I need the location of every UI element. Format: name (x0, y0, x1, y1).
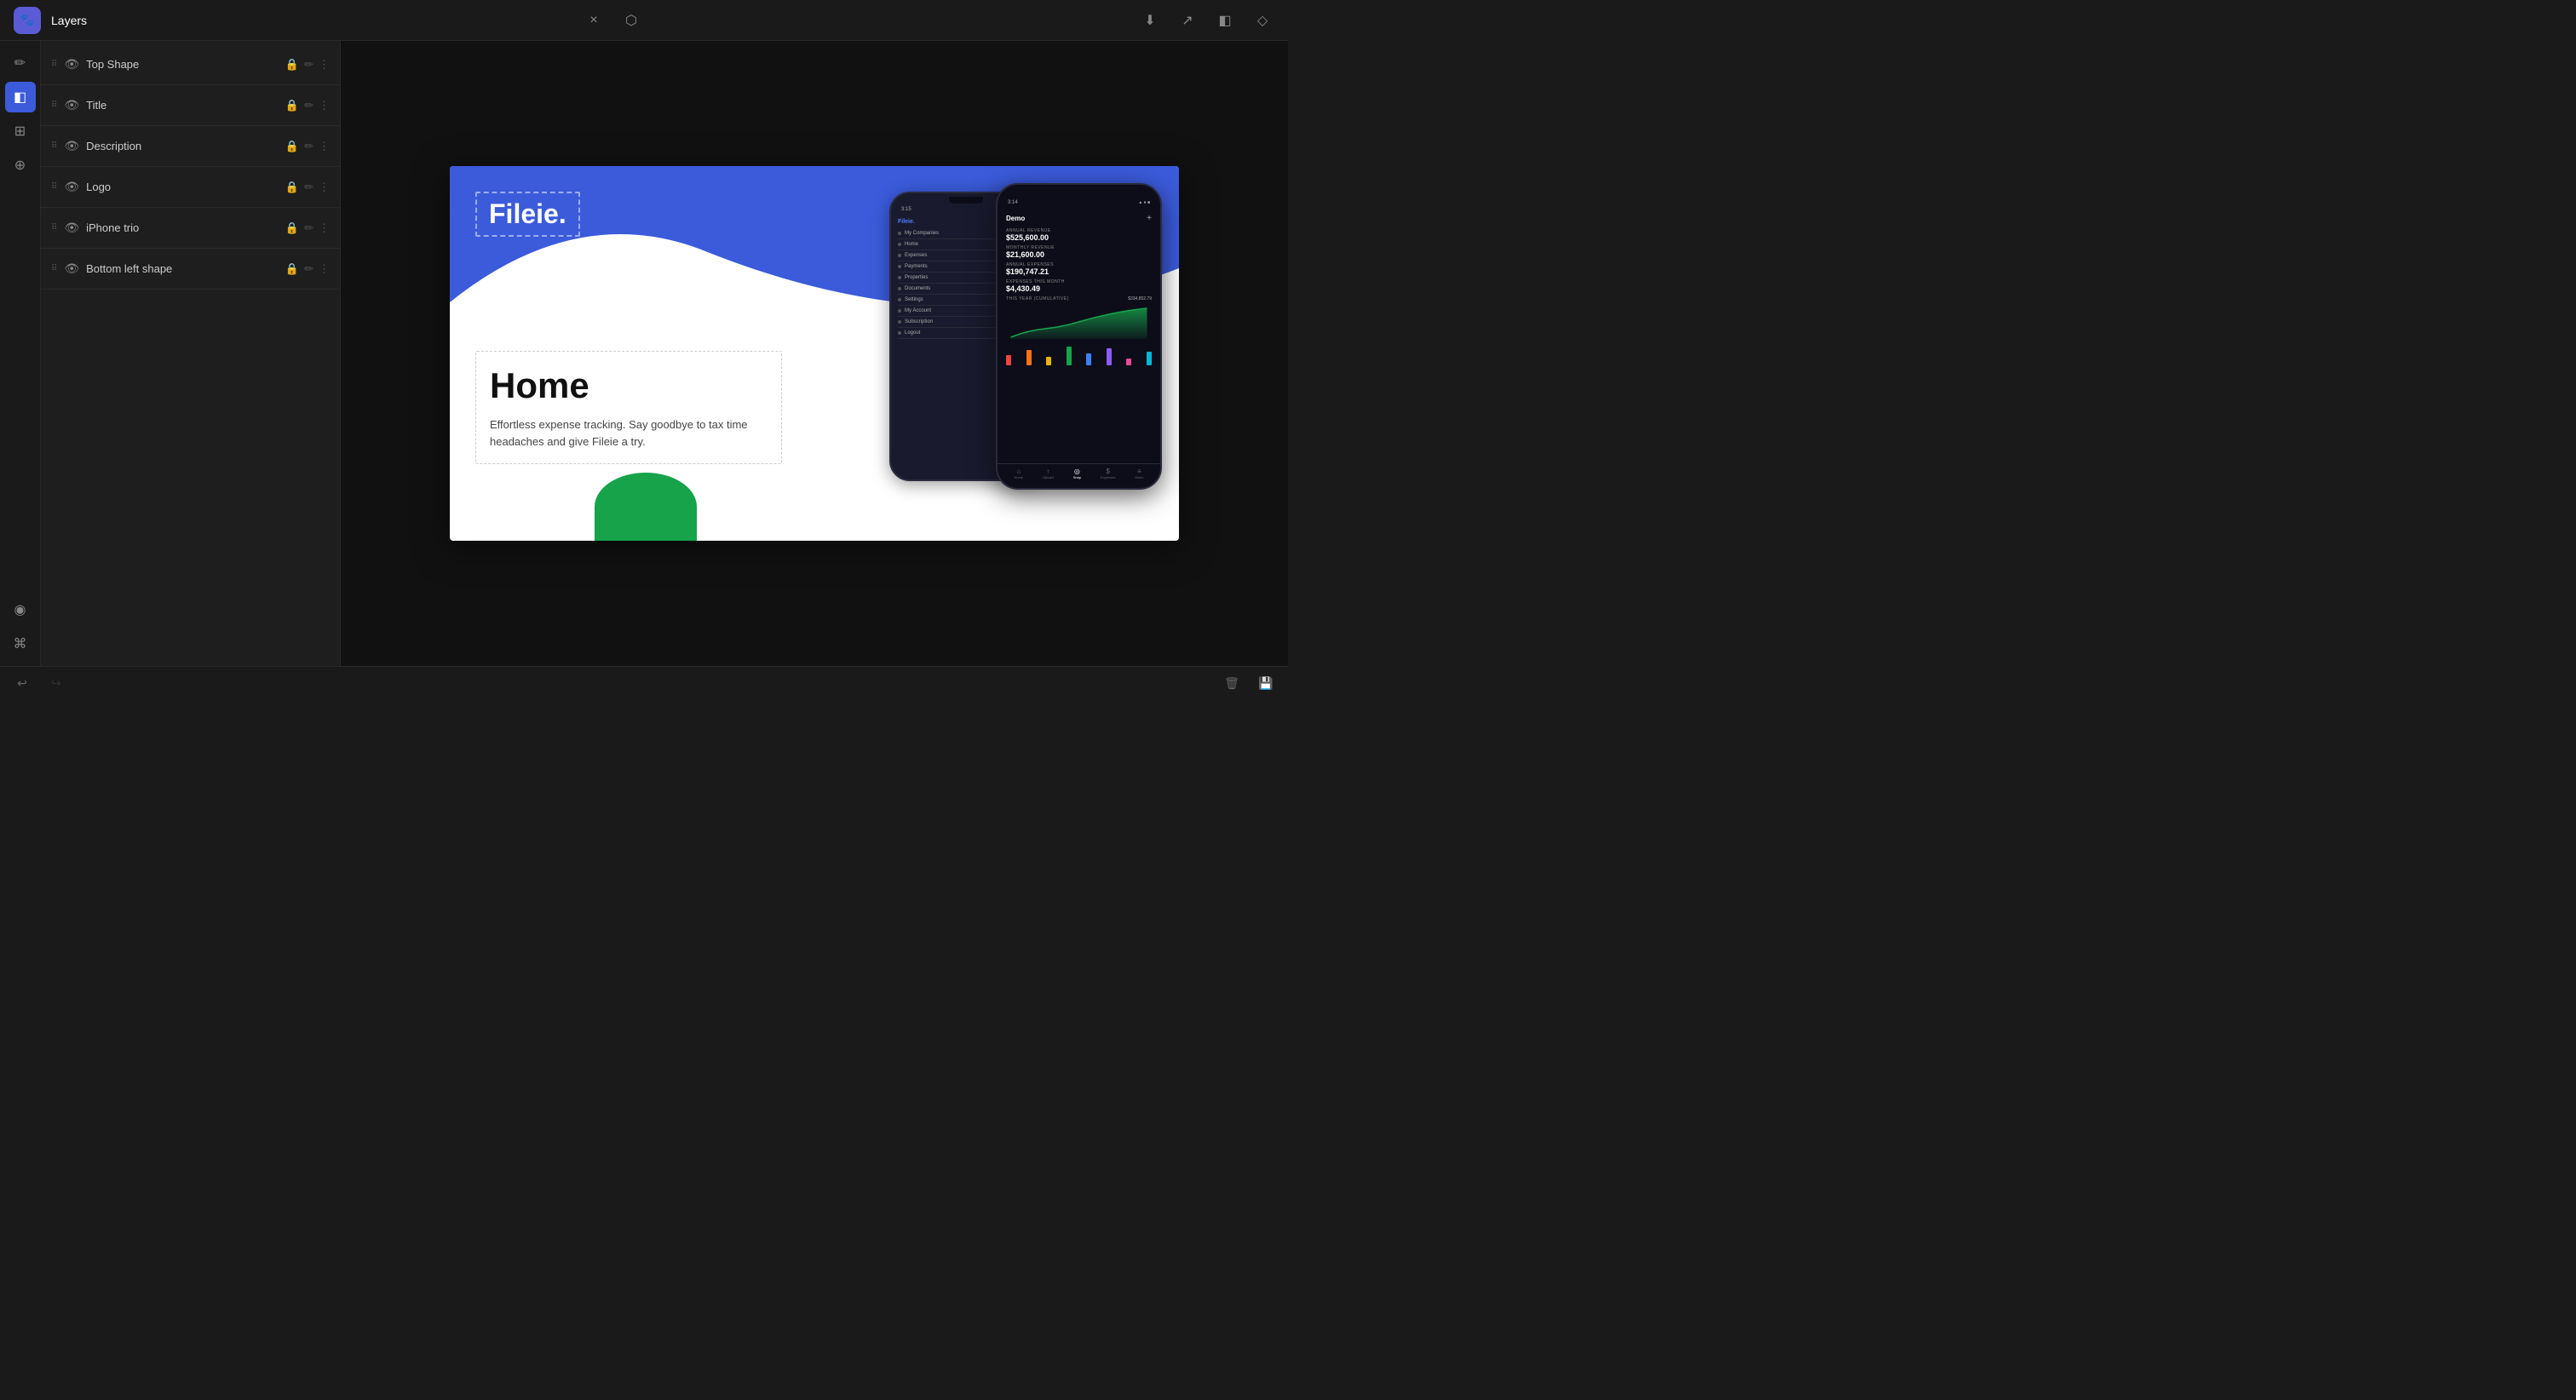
phone-stats: ANNUAL REVENUE $525,600.00 MONTHLY REVEN… (998, 228, 1160, 365)
panel-title: Layers (51, 14, 87, 27)
download-icon: ⬇ (1144, 12, 1155, 29)
redo-icon: ↪ (51, 676, 61, 691)
canvas-area[interactable]: Fileie. Home Effortless expense tracking… (341, 41, 1288, 666)
layer-actions: 🔒 ✏ ⋮ (285, 140, 330, 153)
layer-item-top-shape[interactable]: ⠿ 👁 Top Shape 🔒 ✏ ⋮ (41, 44, 340, 85)
lock-icon[interactable]: 🔒 (285, 99, 299, 112)
edit-icon[interactable]: ✏ (304, 221, 313, 235)
more-icon[interactable]: ⋮ (319, 221, 330, 235)
sidebar-item-assets[interactable]: ⊞ (5, 116, 36, 146)
lock-icon[interactable]: 🔒 (285, 262, 299, 276)
lock-icon[interactable]: 🔒 (285, 181, 299, 194)
layer-item-bottom-left-shape[interactable]: ⠿ 👁 Bottom left shape 🔒 ✏ ⋮ (41, 249, 340, 290)
visibility-icon[interactable]: 👁 (64, 261, 79, 276)
preview-content: Home Effortless expense tracking. Say go… (475, 351, 782, 464)
phones-container: 3:15 ●●● Fileie. My Companies Home (889, 183, 1162, 524)
layers-icon: ◧ (1218, 12, 1231, 29)
preview-description: Effortless expense tracking. Say goodbye… (490, 416, 768, 450)
layers-panel: ⠿ 👁 Top Shape 🔒 ✏ ⋮ ⠿ 👁 Title 🔒 ✏ ⋮ (41, 41, 341, 666)
green-bottom-shape (595, 473, 697, 541)
delete-button[interactable]: 🗑 (1220, 672, 1244, 696)
undo-button[interactable]: ↩ (10, 672, 34, 696)
more-icon[interactable]: ⋮ (319, 58, 330, 72)
save-button[interactable]: 💾 (1254, 672, 1278, 696)
edit-icon[interactable]: ✏ (304, 140, 313, 153)
visibility-icon[interactable]: 👁 (64, 57, 79, 72)
download-button[interactable]: ⬇ (1138, 9, 1162, 32)
drag-handle: ⠿ (51, 264, 57, 273)
main-layout: ✏ ◧ ⊞ ⊕ ◉ ⌘ ⠿ 👁 Top Shape 🔒 ✏ ⋮ ⠿ (0, 41, 1288, 666)
drag-handle: ⠿ (51, 223, 57, 232)
icon-bar: ✏ ◧ ⊞ ⊕ ◉ ⌘ (0, 41, 41, 666)
lock-icon[interactable]: 🔒 (285, 140, 299, 153)
share-button[interactable]: ↗ (1176, 9, 1199, 32)
visibility-icon[interactable]: 👁 (64, 139, 79, 153)
layer-name: Description (86, 140, 279, 152)
drag-handle: ⠿ (51, 100, 57, 110)
app-logo-icon: 🐾 (20, 13, 34, 27)
phone-bottom-nav: ⌂ Home ↑ Upload ◎ Snap $ (998, 463, 1160, 483)
lock-icon[interactable]: 🔒 (285, 58, 299, 72)
sidebar-item-shortcut[interactable]: ⌘ (5, 628, 36, 659)
visibility-icon[interactable]: 👁 (64, 98, 79, 112)
sidebar-item-layers[interactable]: ◧ (5, 82, 36, 112)
layer-actions: 🔒 ✏ ⋮ (285, 262, 330, 276)
layer-actions: 🔒 ✏ ⋮ (285, 221, 330, 235)
layer-name: Logo (86, 181, 279, 193)
layer-actions: 🔒 ✏ ⋮ (285, 58, 330, 72)
sidebar-item-add[interactable]: ⊕ (5, 150, 36, 181)
more-icon[interactable]: ⋮ (319, 181, 330, 194)
layer-name: iPhone trio (86, 221, 279, 234)
edit-icon[interactable]: ✏ (304, 58, 313, 72)
diamond-icon: ◇ (1257, 12, 1268, 29)
layer-item-iphone-trio[interactable]: ⠿ 👁 iPhone trio 🔒 ✏ ⋮ (41, 208, 340, 249)
phone-front-status: 3:14 ▲ ● ■ (998, 197, 1160, 209)
lock-icon[interactable]: 🔒 (285, 221, 299, 235)
more-icon[interactable]: ⋮ (319, 99, 330, 112)
layer-item-title[interactable]: ⠿ 👁 Title 🔒 ✏ ⋮ (41, 85, 340, 126)
preview-heading: Home (490, 365, 768, 406)
more-icon[interactable]: ⋮ (319, 262, 330, 276)
layer-name: Title (86, 99, 279, 112)
redo-button[interactable]: ↪ (44, 672, 68, 696)
trash-icon: 🗑 (1224, 676, 1239, 691)
layer-actions: 🔒 ✏ ⋮ (285, 99, 330, 112)
edit-icon[interactable]: ✏ (304, 181, 313, 194)
top-bar: 🐾 Layers × ⬡ ⬇ ↗ ◧ ◇ (0, 0, 1288, 41)
edit-icon[interactable]: ✏ (304, 99, 313, 112)
drag-handle: ⠿ (51, 182, 57, 192)
sidebar-item-preview[interactable]: ◉ (5, 594, 36, 625)
top-bar-center: × ⬡ (582, 9, 643, 32)
drag-handle: ⠿ (51, 60, 57, 69)
phone-front: 3:14 ▲ ● ■ Demo + ANNUAL REVENUE $525,60… (996, 183, 1162, 490)
visibility-icon[interactable]: 👁 (64, 221, 79, 235)
layer-item-description[interactable]: ⠿ 👁 Description 🔒 ✏ ⋮ (41, 126, 340, 167)
layers-list: ⠿ 👁 Top Shape 🔒 ✏ ⋮ ⠿ 👁 Title 🔒 ✏ ⋮ (41, 41, 340, 293)
cumulative-chart (1006, 305, 1152, 339)
sidebar-item-edit[interactable]: ✏ (5, 48, 36, 78)
drag-handle: ⠿ (51, 141, 57, 151)
close-button[interactable]: × (582, 9, 606, 32)
edit-icon[interactable]: ✏ (304, 262, 313, 276)
undo-icon: ↩ (17, 676, 27, 691)
more-icon[interactable]: ⋮ (319, 140, 330, 153)
top-bar-right: ⬇ ↗ ◧ ◇ (1138, 9, 1274, 32)
share-icon: ↗ (1182, 12, 1193, 29)
visibility-icon[interactable]: 👁 (64, 180, 79, 194)
layer-name: Bottom left shape (86, 262, 279, 275)
preview-card: Fileie. Home Effortless expense tracking… (450, 166, 1179, 541)
layer-actions: 🔒 ✏ ⋮ (285, 181, 330, 194)
bottom-bar: ↩ ↪ 🗑 💾 (0, 666, 1288, 700)
open-external-button[interactable]: ⬡ (619, 9, 643, 32)
layers-panel-button[interactable]: ◧ (1213, 9, 1237, 32)
save-icon: 💾 (1258, 676, 1273, 691)
bar-chart (1006, 345, 1152, 365)
diamond-button[interactable]: ◇ (1251, 9, 1274, 32)
preview-logo: Fileie. (475, 192, 580, 237)
layer-item-logo[interactable]: ⠿ 👁 Logo 🔒 ✏ ⋮ (41, 167, 340, 208)
top-bar-left: 🐾 Layers (14, 7, 87, 34)
app-logo: 🐾 (14, 7, 41, 34)
phone-front-header: Demo + (998, 209, 1160, 228)
layer-name: Top Shape (86, 58, 279, 71)
